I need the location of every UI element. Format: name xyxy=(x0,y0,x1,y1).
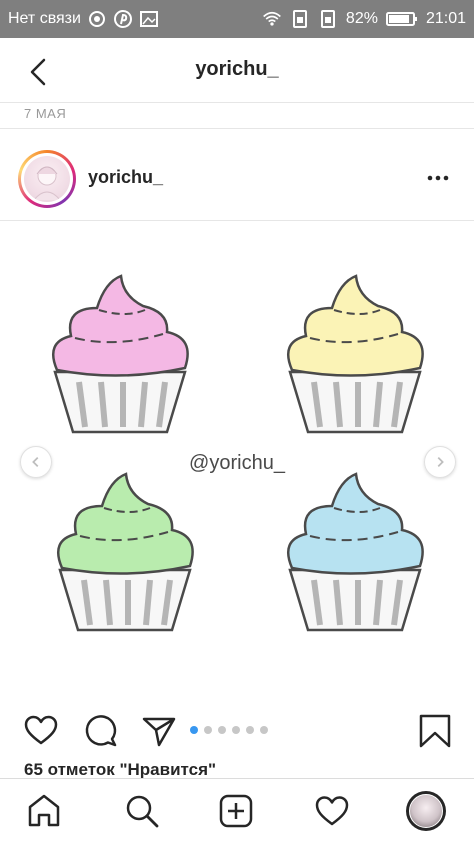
save-bookmark-icon[interactable] xyxy=(416,712,454,750)
sim-icon xyxy=(318,9,338,29)
cupcake-yellow xyxy=(280,272,430,442)
avatar-image xyxy=(24,156,70,202)
page-title: yorichu_ xyxy=(195,58,279,80)
post-header-divider xyxy=(0,220,474,221)
profile-avatar-image xyxy=(409,794,443,828)
gallery-icon xyxy=(139,9,159,29)
pinterest-icon xyxy=(113,9,133,29)
carousel-dot xyxy=(260,726,268,734)
like-heart-icon[interactable] xyxy=(22,712,60,750)
wifi-icon xyxy=(262,9,282,29)
carousel-prev-button[interactable] xyxy=(20,446,52,478)
carousel-dot xyxy=(190,726,198,734)
carousel-dot xyxy=(232,726,240,734)
home-icon[interactable] xyxy=(24,791,64,831)
search-icon[interactable] xyxy=(122,791,162,831)
cupcake-blue xyxy=(280,470,430,640)
add-post-icon[interactable] xyxy=(216,791,256,831)
app-header: yorichu_ xyxy=(0,38,474,104)
post-username[interactable]: yorichu_ xyxy=(88,167,163,188)
chevron-left-icon xyxy=(32,457,39,467)
carousel-dot xyxy=(218,726,226,734)
clock: 21:01 xyxy=(425,10,466,27)
carousel-indicator xyxy=(190,726,268,736)
bottom-nav xyxy=(0,778,474,844)
post-date: 7 МАЯ xyxy=(24,106,67,121)
carrier-label: Нет связи xyxy=(8,10,81,27)
cupcake-pink xyxy=(45,272,195,442)
header-divider xyxy=(0,102,474,103)
notification-icon xyxy=(87,9,107,29)
carousel-dot xyxy=(204,726,212,734)
date-divider xyxy=(0,128,474,129)
status-left: Нет связи xyxy=(8,0,159,38)
comment-icon[interactable] xyxy=(82,712,120,750)
status-bar: Нет связи 82% 21:01 xyxy=(0,0,474,38)
post-image[interactable]: @yorichu_ xyxy=(0,222,474,698)
carousel-dot xyxy=(246,726,254,734)
status-right: 82% 21:01 xyxy=(262,0,466,38)
post-action-bar xyxy=(0,706,474,756)
post-avatar[interactable] xyxy=(18,150,76,208)
more-options-icon[interactable] xyxy=(424,168,452,188)
battery-icon xyxy=(385,9,418,29)
profile-avatar[interactable] xyxy=(406,791,446,831)
image-watermark: @yorichu_ xyxy=(189,452,285,474)
avatar-frame xyxy=(21,153,73,205)
battery-percent: 82% xyxy=(345,10,378,27)
carousel-next-button[interactable] xyxy=(424,446,456,478)
activity-heart-icon[interactable] xyxy=(312,791,352,831)
share-icon[interactable] xyxy=(140,712,178,750)
sim-icon xyxy=(290,9,310,29)
likes-count[interactable]: 65 отметок "Нравится" xyxy=(24,760,216,780)
cupcake-green xyxy=(50,470,200,640)
chevron-right-icon xyxy=(437,457,444,467)
